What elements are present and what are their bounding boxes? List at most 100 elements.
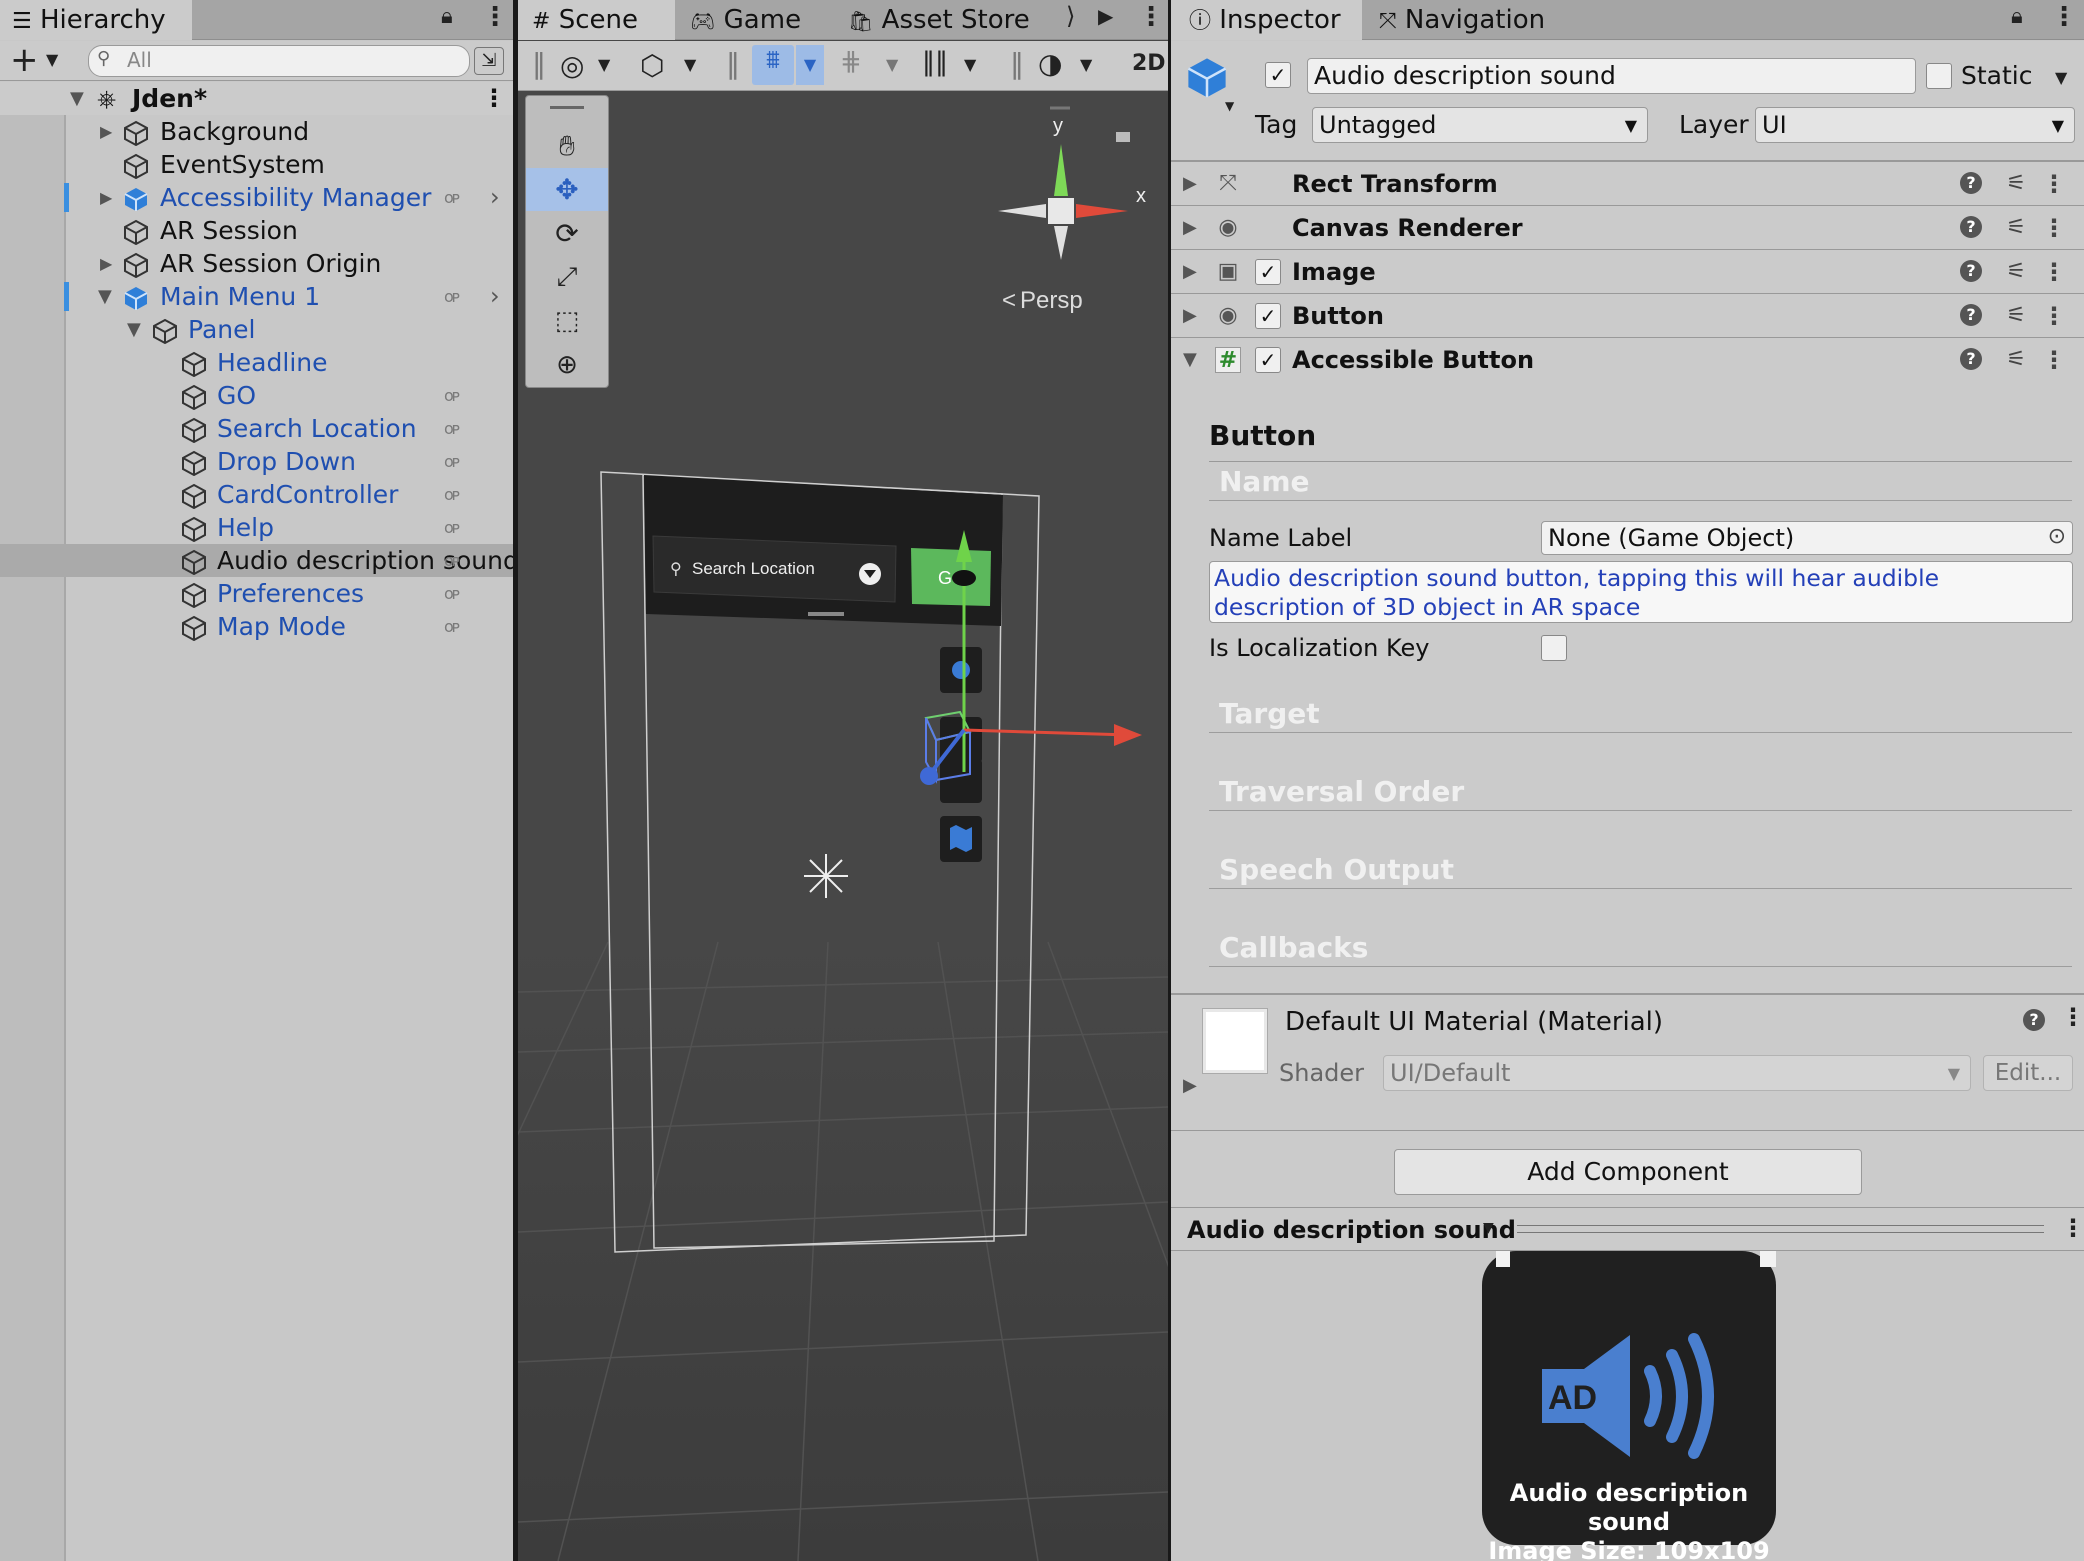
hierarchy-item-panel[interactable]: ▼ Panel <box>0 313 513 346</box>
presets-icon[interactable]: ⚟ <box>2006 206 2026 250</box>
visibility-icon[interactable]: ᴏᴘ <box>444 445 460 478</box>
hierarchy-item-ar-session-origin[interactable]: ▶ AR Session Origin <box>0 247 513 280</box>
target-section-header[interactable]: Target <box>1209 695 2072 733</box>
rect-tool-icon[interactable]: ⬚ <box>526 300 608 343</box>
visibility-icon[interactable]: ᴏᴘ <box>444 511 460 544</box>
tab-asset-store[interactable]: 🛍︎ Asset Store <box>848 0 1038 40</box>
collapse-arrow-icon[interactable]: ▼ <box>127 313 141 346</box>
chevron-right-icon[interactable]: › <box>490 181 500 214</box>
scene-root-row[interactable]: ▼ ⎈ Jden* ⋮ <box>0 82 513 115</box>
draw-mode-icon[interactable]: ◎ <box>560 49 584 82</box>
x-axis-handle[interactable] <box>963 728 1131 737</box>
expand-arrow-icon[interactable]: ▶ <box>1183 1075 1197 1096</box>
component-rect-transform[interactable]: ▶ ⤧ Rect Transform ? ⚟ ⋮ <box>1171 161 2084 205</box>
chevron-down-icon[interactable]: ▼ <box>598 55 610 74</box>
component-image[interactable]: ▶ ▣ ✓ Image ? ⚟ ⋮ <box>1171 249 2084 293</box>
hierarchy-item-map-mode[interactable]: Map Mode ᴏᴘ <box>0 610 513 643</box>
component-button[interactable]: ▶ ◉ ✓ Button ? ⚟ ⋮ <box>1171 293 2084 337</box>
tab-navigation[interactable]: ⤧ Navigation <box>1379 0 1579 40</box>
component-accessible-button[interactable]: ▼ # ✓ Accessible Button ? ⚟ ⋮ <box>1171 337 2084 381</box>
scene-viewport[interactable]: ⚲ Search Location G y x < Persp <box>518 92 1168 1561</box>
persp-chevron-icon[interactable]: < <box>1002 287 1016 314</box>
visibility-icon[interactable]: ᴏᴘ <box>444 478 460 511</box>
kebab-menu-icon[interactable]: ⋮ <box>2042 250 2066 294</box>
increment-snap-icon[interactable]: ⋕ <box>840 47 862 77</box>
expand-arrow-icon[interactable]: ▼ <box>70 82 84 115</box>
static-checkbox[interactable] <box>1926 63 1952 89</box>
presets-icon[interactable]: ⚟ <box>2006 338 2026 382</box>
help-icon[interactable]: ? <box>1960 216 1982 238</box>
chevron-down-icon[interactable]: ▼ <box>684 55 696 74</box>
component-canvas-renderer[interactable]: ▶ ◉ Canvas Renderer ? ⚟ ⋮ <box>1171 205 2084 249</box>
object-picker-icon[interactable]: ⊙ <box>2048 524 2066 549</box>
render-mode-icon[interactable]: ⬡ <box>640 49 664 82</box>
active-checkbox[interactable]: ✓ <box>1265 62 1291 88</box>
hierarchy-item-cardcontroller[interactable]: CardController ᴏᴘ <box>0 478 513 511</box>
expand-arrow-icon[interactable]: ▶ <box>100 115 112 148</box>
kebab-menu-icon[interactable]: ⋮ <box>2061 1003 2084 1031</box>
object-name-field[interactable]: Audio description sound <box>1307 58 1916 94</box>
toggle-2d-button[interactable]: 2D <box>1132 51 1166 76</box>
description-field[interactable]: Audio description sound button, tapping … <box>1209 561 2073 623</box>
component-enabled-checkbox[interactable]: ✓ <box>1255 347 1281 373</box>
chevron-down-icon[interactable]: ▼ <box>46 50 58 69</box>
hierarchy-search[interactable]: ⚲ All <box>88 45 470 77</box>
hierarchy-item-drop-down[interactable]: Drop Down ᴏᴘ <box>0 445 513 478</box>
tab-game[interactable]: 🎮︎ Game <box>690 0 805 40</box>
shading-sphere-icon[interactable]: ◑ <box>1038 47 1062 80</box>
chevron-down-icon[interactable]: ▼ <box>886 55 898 74</box>
help-icon[interactable]: ? <box>1960 304 1982 326</box>
speech-output-section-header[interactable]: Speech Output <box>1209 851 2072 889</box>
kebab-menu-icon[interactable]: ⋮ <box>2042 338 2066 382</box>
kebab-menu-icon[interactable]: ⋮ <box>2061 1214 2084 1242</box>
kebab-menu-icon[interactable]: ⋮ <box>2042 206 2066 250</box>
rotate-tool-icon[interactable]: ⟳ <box>526 212 608 255</box>
help-icon[interactable]: ? <box>2023 1009 2045 1031</box>
visibility-icon[interactable]: ᴏᴘ <box>444 379 460 412</box>
expand-arrow-icon[interactable]: ▶ <box>1183 294 1197 338</box>
name-section-header[interactable]: Name <box>1209 463 2072 501</box>
shader-edit-button[interactable]: Edit... <box>1983 1055 2073 1091</box>
kebab-menu-icon[interactable]: ⋮ <box>2042 162 2066 206</box>
name-label-field[interactable]: None (Game Object) ⊙ <box>1541 521 2073 555</box>
visibility-icon[interactable]: ᴏᴘ <box>444 544 460 577</box>
kebab-menu-icon[interactable]: ⋮ <box>2042 294 2066 338</box>
component-enabled-checkbox[interactable]: ✓ <box>1255 259 1281 285</box>
chevron-right-icon[interactable]: ▶ <box>1098 4 1113 28</box>
add-icon[interactable]: + <box>10 41 39 79</box>
shader-dropdown[interactable]: UI/Default ▼ <box>1383 1055 1971 1091</box>
help-icon[interactable]: ? <box>1960 260 1982 282</box>
chevron-down-icon[interactable]: ▼ <box>1225 99 1234 113</box>
chevron-down-icon[interactable]: ▼ <box>1483 1220 1494 1236</box>
chevron-down-icon[interactable]: ▼ <box>964 55 976 74</box>
tab-scene[interactable]: # Scene <box>518 0 675 40</box>
presets-icon[interactable]: ⚟ <box>2006 250 2026 294</box>
chevron-down-icon[interactable]: ▼ <box>796 45 824 85</box>
kebab-menu-icon[interactable]: ⋮ <box>482 82 506 115</box>
callbacks-section-header[interactable]: Callbacks <box>1209 929 2072 967</box>
expand-arrow-icon[interactable]: ▶ <box>100 181 112 214</box>
collapse-arrow-icon[interactable]: ▼ <box>1183 338 1197 382</box>
lock-icon[interactable]: 🔒︎ <box>2011 4 2023 29</box>
kebab-menu-icon[interactable]: ⋮ <box>482 2 508 32</box>
help-icon[interactable]: ? <box>1960 172 1982 194</box>
add-component-button[interactable]: Add Component <box>1394 1149 1862 1195</box>
scene-visibility-icon[interactable]: ⇲ <box>474 47 504 75</box>
hand-tool-icon[interactable]: ✋︎ <box>526 124 608 167</box>
orientation-gizmo[interactable] <box>998 106 1130 260</box>
ruler-icon[interactable]: ‖‖ <box>922 47 948 77</box>
presets-icon[interactable]: ⚟ <box>2006 294 2026 338</box>
hierarchy-item-go[interactable]: GO ᴏᴘ <box>0 379 513 412</box>
hierarchy-item-preferences[interactable]: Preferences ᴏᴘ <box>0 577 513 610</box>
overflow-tabs-icon[interactable]: ⟩ <box>1066 2 1075 30</box>
visibility-icon[interactable]: ᴏᴘ <box>444 181 460 214</box>
kebab-menu-icon[interactable]: ⋮ <box>1138 2 1164 32</box>
hierarchy-item-headline[interactable]: Headline <box>0 346 513 379</box>
hierarchy-item-help[interactable]: Help ᴏᴘ <box>0 511 513 544</box>
chevron-down-icon[interactable]: ▼ <box>2055 68 2067 87</box>
hierarchy-item-eventsystem[interactable]: EventSystem <box>0 148 513 181</box>
hierarchy-item-background[interactable]: ▶ Background <box>0 115 513 148</box>
component-enabled-checkbox[interactable]: ✓ <box>1255 303 1281 329</box>
is-localization-key-checkbox[interactable] <box>1541 635 1567 661</box>
collapse-arrow-icon[interactable]: ▼ <box>98 280 112 313</box>
